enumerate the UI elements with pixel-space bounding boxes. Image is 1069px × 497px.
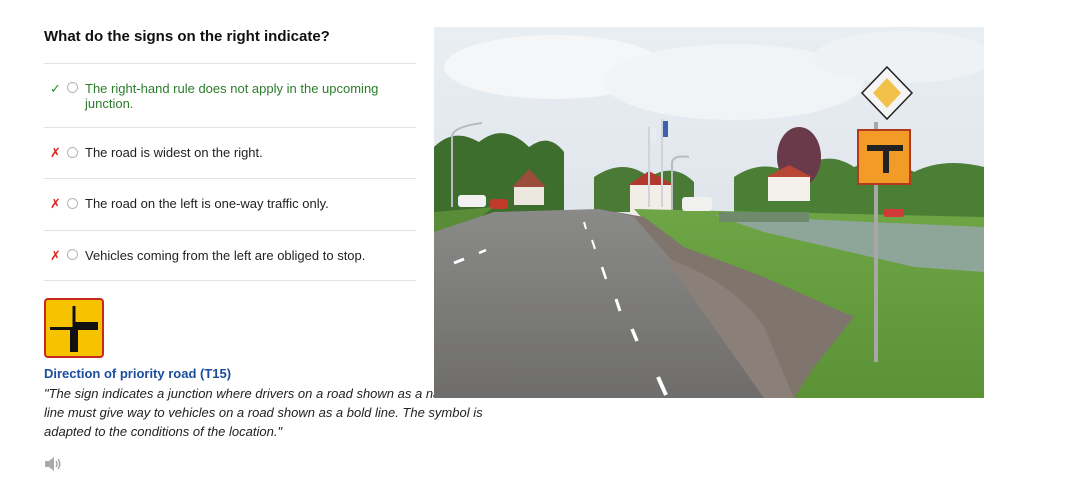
radio-button[interactable] <box>67 82 78 93</box>
sign-description: "The sign indicates a junction where dri… <box>44 386 483 439</box>
answer-option-3[interactable]: ✗ The road on the left is one-way traffi… <box>44 178 416 230</box>
answer-option-2[interactable]: ✗ The road is widest on the right. <box>44 127 416 178</box>
radio-button[interactable] <box>67 249 78 260</box>
radio-button[interactable] <box>67 147 78 158</box>
sign-title: Direction of priority road (T15) <box>44 366 232 381</box>
speaker-icon[interactable] <box>44 456 62 472</box>
incorrect-cross-icon: ✗ <box>50 145 61 160</box>
answer-option-4[interactable]: ✗ Vehicles coming from the left are obli… <box>44 230 416 281</box>
incorrect-cross-icon: ✗ <box>50 196 61 211</box>
road-scene-photo <box>434 27 994 398</box>
answer-option-label: The right-hand rule does not apply in th… <box>85 81 379 111</box>
answer-option-label: The road on the left is one-way traffic … <box>85 196 329 211</box>
correct-check-icon: ✓ <box>50 81 61 96</box>
answer-option-label: Vehicles coming from the left are oblige… <box>85 248 366 263</box>
incorrect-cross-icon: ✗ <box>50 248 61 263</box>
answer-option-label: The road is widest on the right. <box>85 145 263 160</box>
answer-options: ✓ The right-hand rule does not apply in … <box>44 63 416 281</box>
question-text: What do the signs on the right indicate? <box>44 28 330 45</box>
answer-option-1[interactable]: ✓ The right-hand rule does not apply in … <box>44 63 416 127</box>
priority-road-direction-sign-icon <box>44 298 104 358</box>
radio-button[interactable] <box>67 198 78 209</box>
